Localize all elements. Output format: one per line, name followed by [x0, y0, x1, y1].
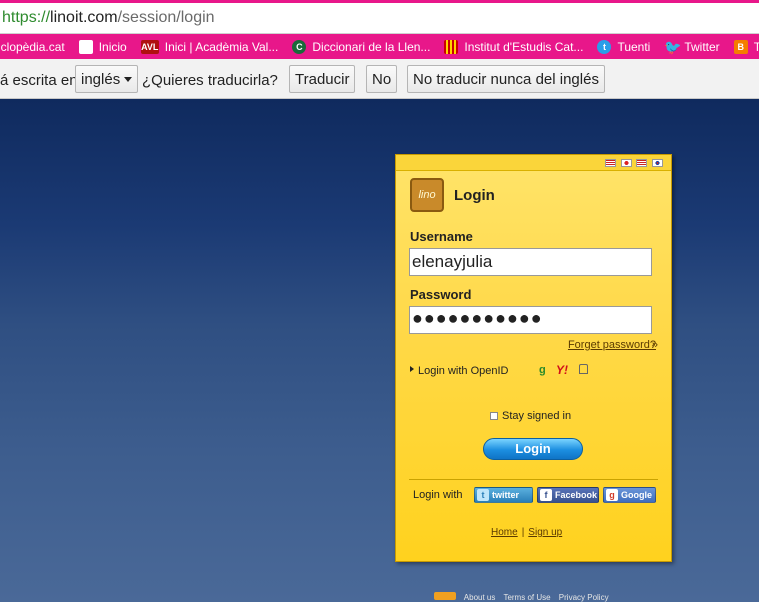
google-icon: g	[606, 489, 618, 501]
bookmark-iec[interactable]: Institut d'Estudis Cat...	[444, 39, 584, 54]
footer-terms-link[interactable]: Terms of Use	[503, 593, 550, 602]
lino-logo: lino	[410, 178, 444, 212]
url-protocol: https://	[2, 9, 51, 26]
home-link[interactable]: Home	[491, 527, 518, 538]
triangle-right-icon	[410, 366, 414, 372]
language-flags-bar	[396, 155, 671, 171]
bookmark-label: Inicio	[98, 39, 127, 54]
login-title: Login	[454, 187, 495, 204]
tuenti-icon: t	[597, 39, 612, 54]
bookmark-inicio[interactable]: Inicio	[78, 39, 127, 54]
url-path: /session/login	[117, 9, 215, 26]
bookmark-label: Twitter	[684, 39, 720, 54]
facebook-login-label: Facebook	[555, 490, 598, 500]
lock-icon[interactable]	[579, 364, 588, 374]
translate-button-label: Traducir	[295, 70, 350, 88]
login-panel: lino Login Username elenayjulia Password…	[395, 154, 672, 562]
bookmark-label: Diccionari de la Llen...	[312, 39, 431, 54]
signup-link[interactable]: Sign up	[528, 527, 562, 538]
twitter-login-label: twitter	[492, 490, 519, 500]
footer-privacy-link[interactable]: Privacy Policy	[559, 593, 609, 602]
openid-login-toggle[interactable]: Login with OpenID	[410, 365, 509, 377]
us-flag-icon[interactable]	[605, 159, 616, 167]
bookmark-label: Tuenti	[617, 39, 651, 54]
link-separator: |	[521, 527, 525, 538]
avl-icon: AVL	[140, 39, 159, 54]
password-label: Password	[410, 287, 472, 302]
blogger-icon: B	[733, 39, 748, 54]
never-translate-button[interactable]: No traducir nunca del inglés	[407, 65, 605, 93]
username-label: Username	[410, 229, 473, 244]
forgot-password-link[interactable]: Forget password?	[568, 339, 656, 351]
url-text[interactable]: https://linoit.com/session/login	[2, 9, 215, 27]
divider	[409, 479, 658, 480]
translate-bar: á escrita en inglés ¿Quieres traducirla?…	[0, 59, 759, 99]
forgot-arrow: »	[651, 339, 658, 351]
translate-question: ¿Quieres traducirla?	[142, 72, 278, 89]
bookmark-label: TU	[753, 39, 759, 54]
iec-icon	[444, 39, 459, 54]
yahoo-openid-icon[interactable]: Y!	[556, 363, 568, 377]
no-button[interactable]: No	[366, 65, 398, 93]
twitter-icon: 🐦	[664, 38, 682, 55]
facebook-login-button[interactable]: f Facebook	[537, 487, 599, 503]
bookmark-enciclopedia[interactable]: iclopèdia.cat	[0, 40, 65, 54]
google-login-button[interactable]: g Google	[603, 487, 656, 503]
google-openid-icon[interactable]: g	[539, 364, 546, 376]
google-login-label: Google	[621, 490, 652, 500]
username-field[interactable]: elenayjulia	[409, 248, 652, 276]
bookmark-label: Inici | Acadèmia Val...	[164, 39, 279, 54]
stay-signed-in-checkbox[interactable]	[490, 412, 498, 420]
stay-signed-in[interactable]: Stay signed in	[490, 410, 571, 422]
bookmark-label: Institut d'Estudis Cat...	[464, 39, 584, 54]
translate-button[interactable]: Traducir	[289, 65, 356, 93]
bookmark-avl[interactable]: AVL Inici | Acadèmia Val...	[140, 39, 279, 54]
bookmark-twitter[interactable]: 🐦 Twitter	[664, 40, 719, 54]
bookmark-blogger[interactable]: B TU	[733, 39, 759, 54]
stay-signed-in-label: Stay signed in	[502, 410, 572, 422]
dictionary-icon: C	[292, 39, 307, 54]
never-translate-label: No traducir nunca del inglés	[413, 70, 599, 88]
korea-flag-icon[interactable]	[652, 159, 663, 167]
taiwan-flag-icon[interactable]	[636, 159, 647, 167]
translate-prefix: á escrita en	[0, 72, 78, 89]
openid-label: Login with OpenID	[418, 365, 509, 377]
login-button[interactable]: Login	[483, 438, 583, 460]
footer-links: About us Terms of Use Privacy Policy	[434, 592, 615, 602]
language-value: inglés	[81, 70, 121, 88]
twitter-login-button[interactable]: t twitter	[474, 487, 533, 503]
password-field[interactable]: ●●●●●●●●●●●	[409, 306, 652, 334]
twitter-icon: t	[477, 489, 489, 501]
address-bar[interactable]: https://linoit.com/session/login	[0, 0, 759, 34]
bookmarks-bar: iclopèdia.cat Inicio AVL Inici | Acadèmi…	[0, 34, 759, 59]
no-button-label: No	[372, 70, 392, 88]
japan-flag-icon[interactable]	[621, 159, 632, 167]
facebook-icon: f	[540, 489, 552, 501]
login-with-label: Login with	[413, 489, 463, 501]
document-icon	[78, 39, 93, 54]
url-host: linoit.com	[50, 9, 118, 26]
bookmark-label: iclopèdia.cat	[0, 39, 65, 54]
bookmark-tuenti[interactable]: t Tuenti	[597, 39, 651, 54]
chevron-down-icon	[124, 76, 133, 82]
footer-logo	[434, 592, 456, 600]
panel-links: Home | Sign up	[491, 527, 562, 538]
footer-about-link[interactable]: About us	[464, 593, 496, 602]
language-select[interactable]: inglés	[75, 65, 139, 93]
bookmark-diccionari[interactable]: C Diccionari de la Llen...	[292, 39, 431, 54]
